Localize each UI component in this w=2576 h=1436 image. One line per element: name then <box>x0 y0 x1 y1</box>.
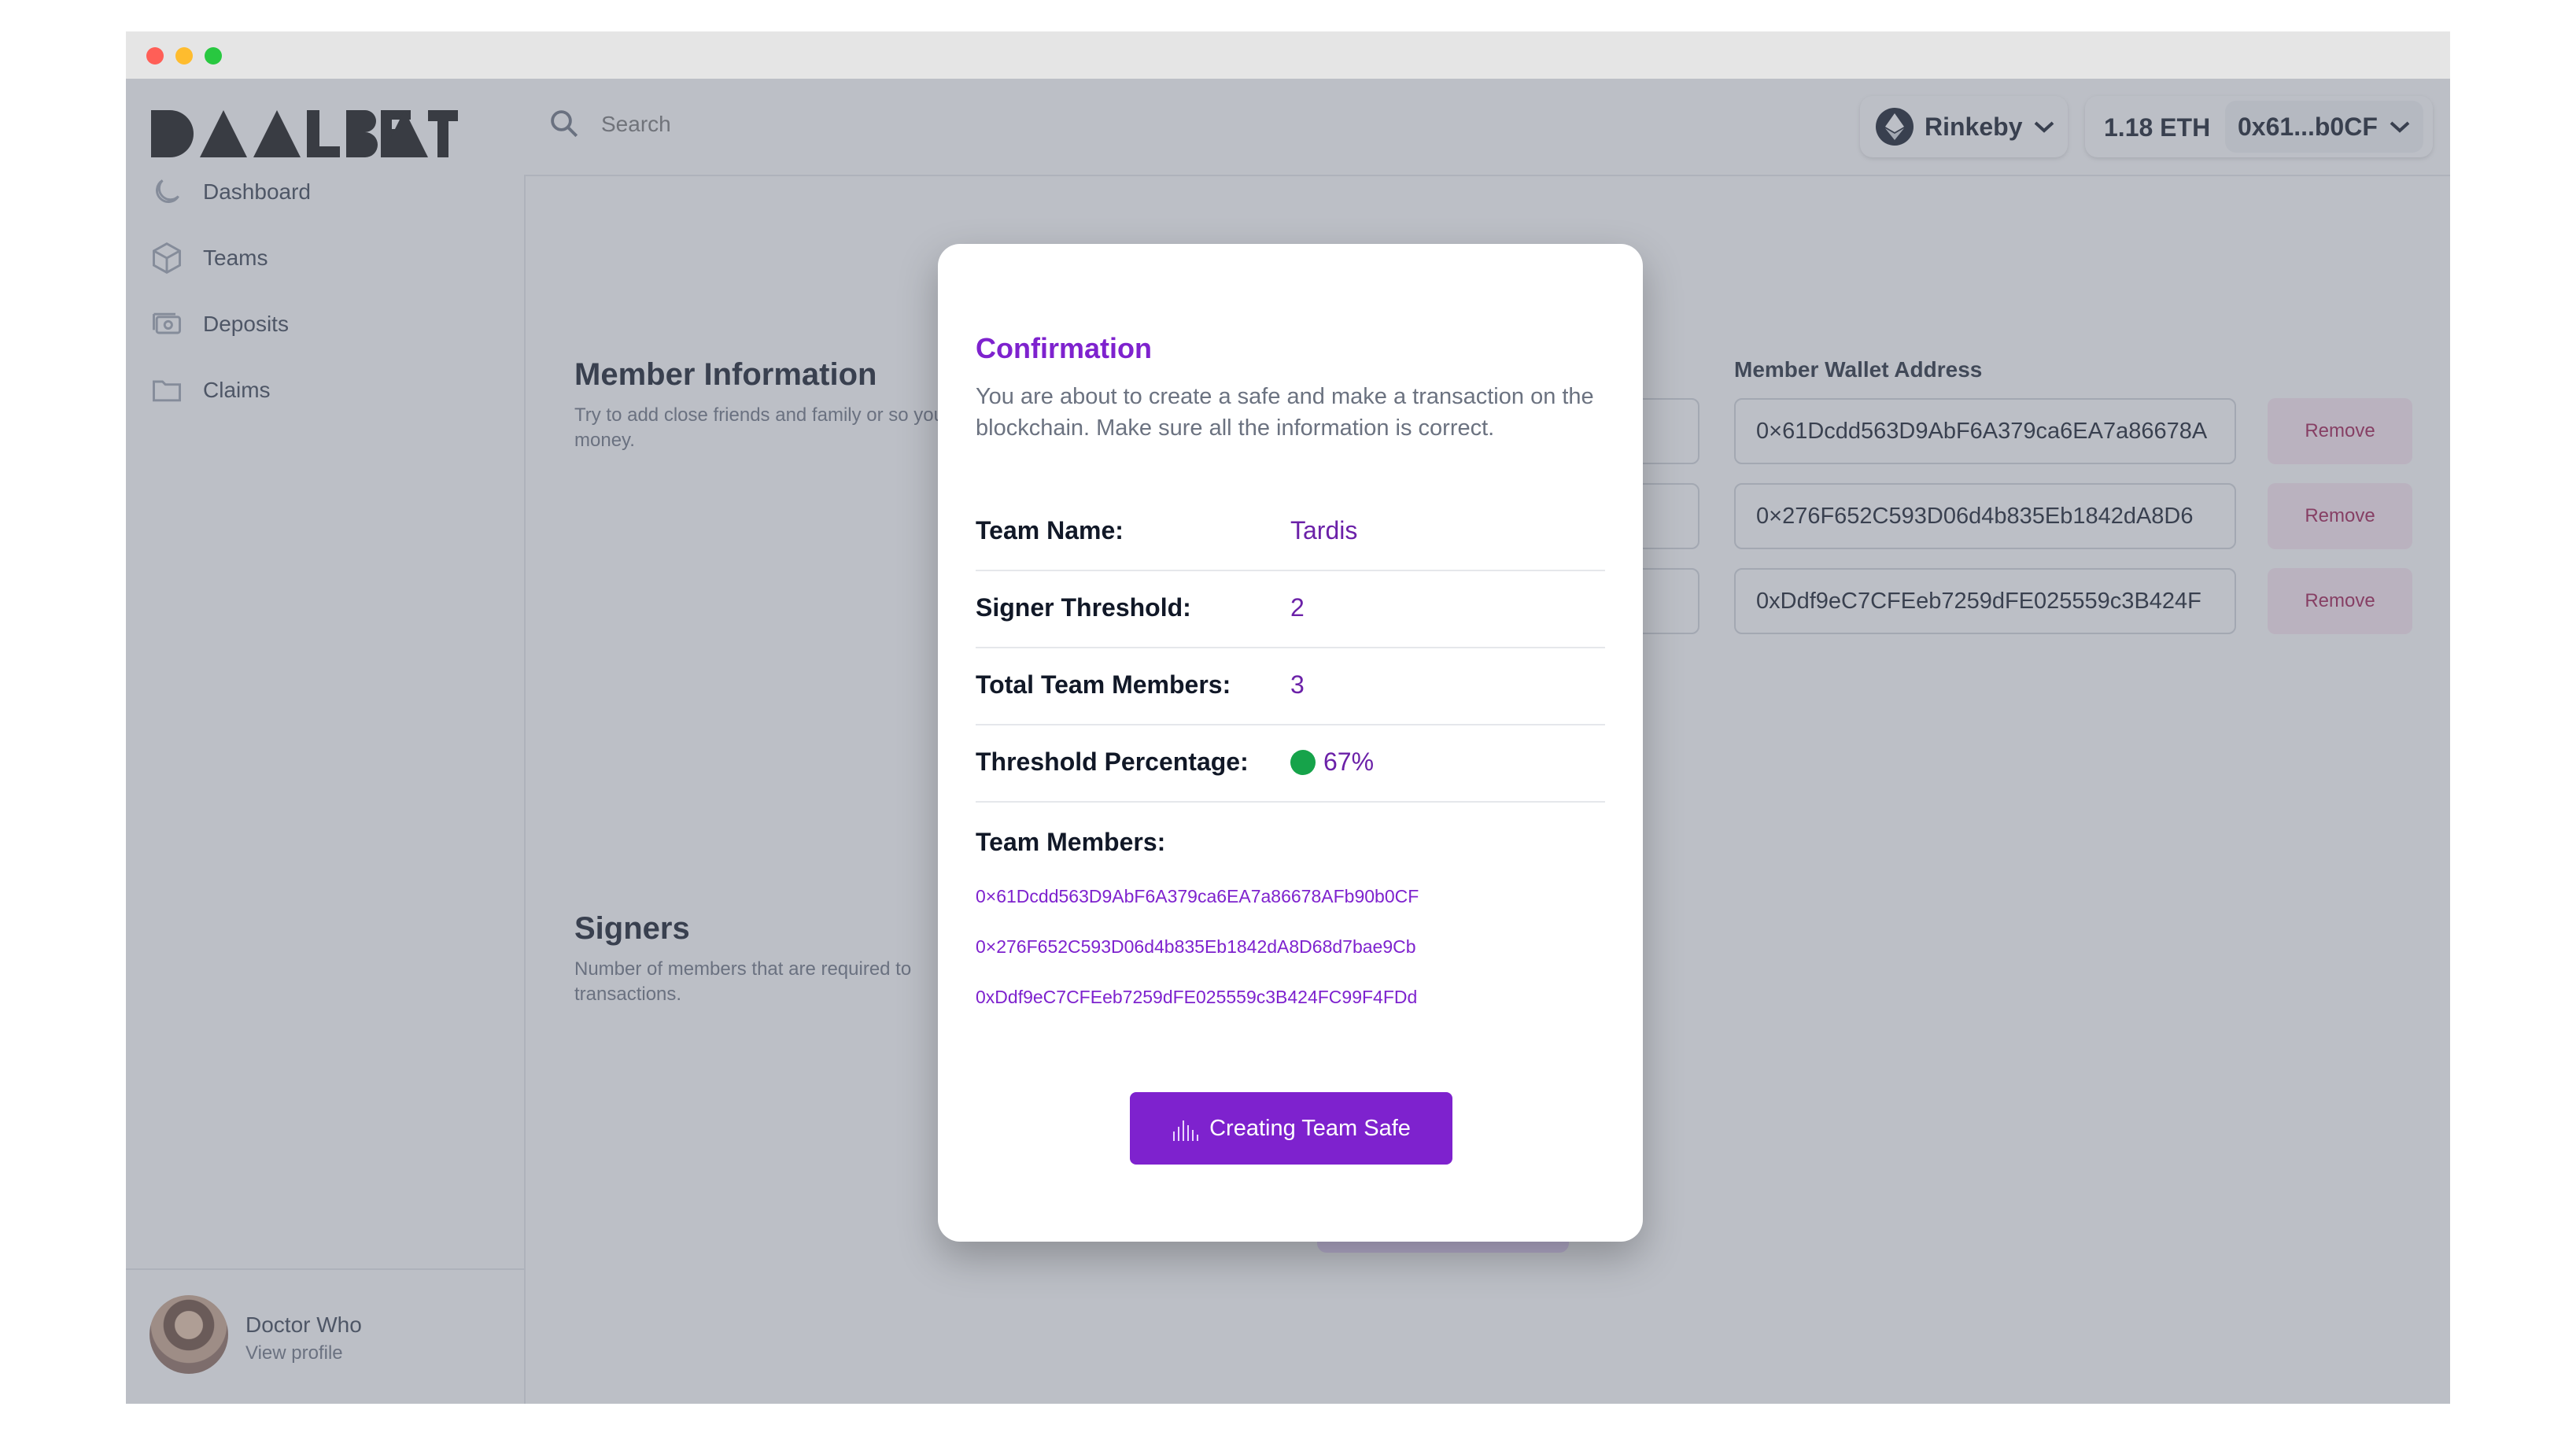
threshold-percentage-row: Threshold Percentage: 67% <box>976 724 1605 803</box>
team-member-address: 0xDdf9eC7CFEeb7259dFE025559c3B424FC99F4F… <box>976 987 1418 1007</box>
row-label: Threshold Percentage: <box>976 748 1249 776</box>
team-name-row: Team Name: Tardis <box>976 493 1605 571</box>
modal-description: You are about to create a safe and make … <box>976 384 1594 441</box>
creating-team-safe-button[interactable]: Creating Team Safe <box>1130 1092 1452 1165</box>
row-label: Signer Threshold: <box>976 593 1191 622</box>
signer-threshold-row: Signer Threshold: 2 <box>976 570 1605 648</box>
row-value: 3 <box>1290 670 1305 699</box>
button-label: Creating Team Safe <box>1209 1115 1411 1141</box>
zoom-window-button[interactable] <box>205 47 222 65</box>
title-bar <box>126 31 2450 79</box>
confirmation-modal: Confirmation You are about to create a s… <box>938 244 1643 1242</box>
status-dot-icon <box>1290 749 1316 775</box>
row-value: 67% <box>1323 748 1375 776</box>
row-value: Tardis <box>1290 516 1358 544</box>
modal-title: Confirmation <box>976 332 1152 364</box>
threshold-value: 67% <box>1290 748 1374 777</box>
row-label: Team Name: <box>976 516 1124 544</box>
team-member-address: 0×61Dcdd563D9AbF6A379ca6EA7a86678AFb90b0… <box>976 886 1419 906</box>
loading-bars-icon <box>1173 1120 1199 1141</box>
row-label: Total Team Members: <box>976 670 1231 699</box>
team-members-label: Team Members: <box>976 828 1166 856</box>
row-value: 2 <box>1290 593 1305 622</box>
minimize-window-button[interactable] <box>175 47 193 65</box>
close-window-button[interactable] <box>146 47 164 65</box>
team-member-address: 0×276F652C593D06d4b835Eb1842dA8D68d7bae9… <box>976 936 1416 957</box>
total-members-row: Total Team Members: 3 <box>976 647 1605 725</box>
